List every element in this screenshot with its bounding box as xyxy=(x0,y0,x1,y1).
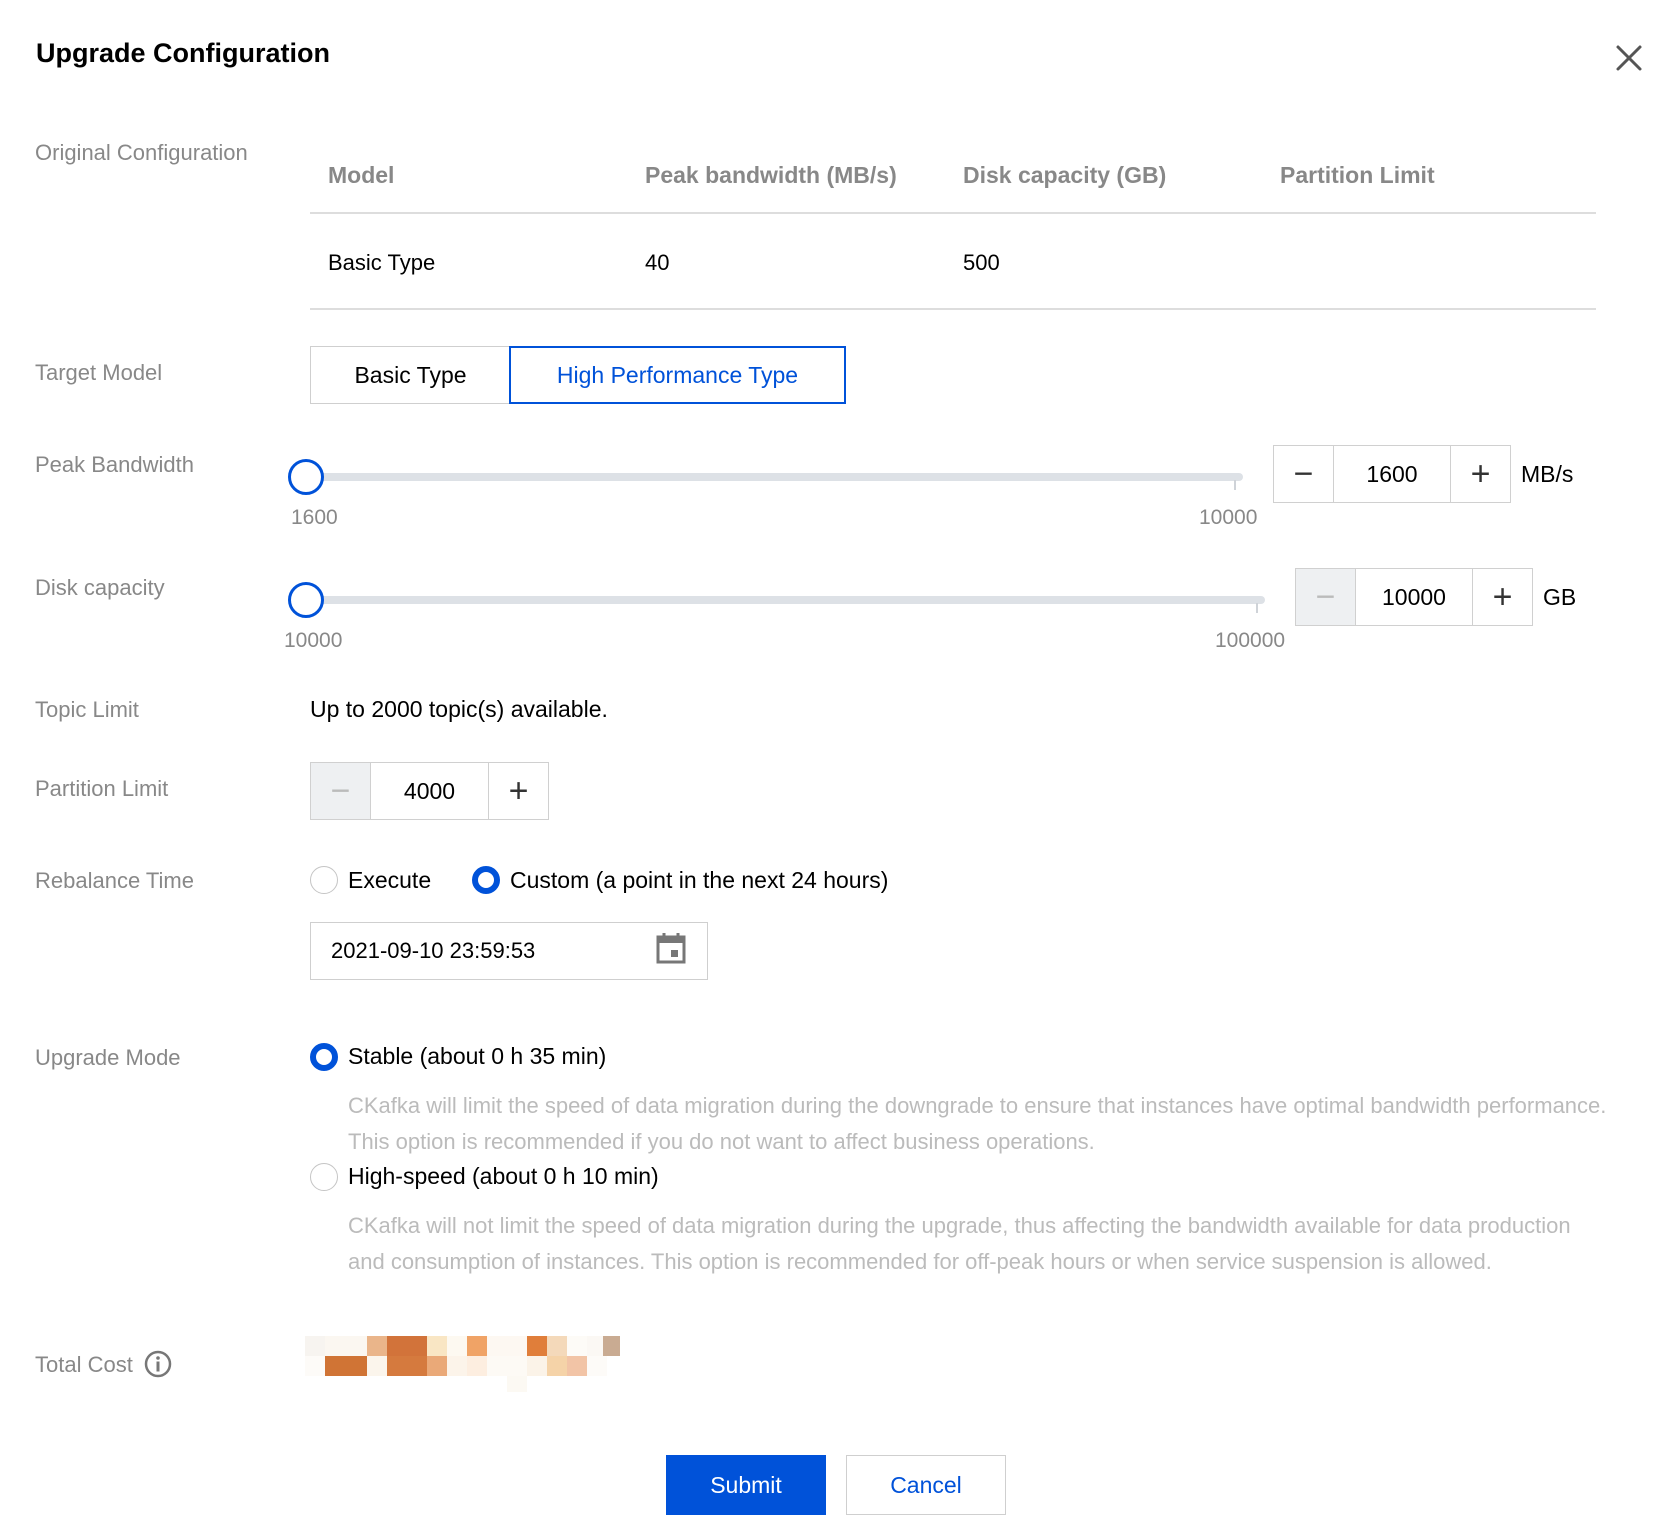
peak-bandwidth-label: Peak Bandwidth xyxy=(35,452,194,477)
peak-bandwidth-decrement-button[interactable]: − xyxy=(1274,446,1334,502)
upgrade-mode-stable-label[interactable]: Stable (about 0 h 35 min) xyxy=(348,1043,606,1070)
rebalance-custom-radio[interactable] xyxy=(472,866,500,894)
partition-limit-decrement-button[interactable]: − xyxy=(311,763,371,819)
table-header-divider xyxy=(310,212,1596,214)
rebalance-datetime-value: 2021-09-10 23:59:53 xyxy=(331,938,536,963)
rebalance-execute-radio[interactable] xyxy=(310,866,338,894)
table-bottom-divider xyxy=(310,308,1596,310)
table-cell-peak-bandwidth: 40 xyxy=(645,250,670,275)
info-icon[interactable] xyxy=(144,1350,172,1378)
disk-capacity-increment-button[interactable]: + xyxy=(1472,569,1532,625)
topic-limit-text: Up to 2000 topic(s) available. xyxy=(310,696,608,722)
peak-bandwidth-unit: MB/s xyxy=(1521,461,1574,487)
table-cell-disk-capacity: 500 xyxy=(963,250,1000,275)
close-icon[interactable] xyxy=(1613,42,1645,74)
table-header-disk-capacity: Disk capacity (GB) xyxy=(963,162,1167,188)
disk-capacity-label: Disk capacity xyxy=(35,575,165,600)
disk-capacity-max-tick xyxy=(1256,603,1258,613)
target-model-basic-option[interactable]: Basic Type xyxy=(310,346,510,404)
calendar-icon[interactable] xyxy=(656,932,686,964)
rebalance-execute-label[interactable]: Execute xyxy=(348,867,431,894)
original-config-label: Original Configuration xyxy=(35,140,248,165)
disk-capacity-decrement-button[interactable]: − xyxy=(1296,569,1356,625)
disk-capacity-slider-handle[interactable] xyxy=(288,582,324,618)
peak-bandwidth-min-mark: 1600 xyxy=(291,506,338,529)
upgrade-mode-stable-radio[interactable] xyxy=(310,1043,338,1071)
table-header-model: Model xyxy=(328,162,395,188)
redacted-cost-value xyxy=(305,1336,620,1392)
partition-limit-input[interactable]: 4000 xyxy=(371,763,488,819)
peak-bandwidth-max-tick xyxy=(1234,480,1236,490)
rebalance-time-label: Rebalance Time xyxy=(35,868,194,893)
peak-bandwidth-max-mark: 10000 xyxy=(1199,506,1258,529)
disk-capacity-slider-track[interactable] xyxy=(318,596,1265,604)
peak-bandwidth-input[interactable]: 1600 xyxy=(1334,446,1450,502)
rebalance-datetime-input[interactable]: 2021-09-10 23:59:53 xyxy=(310,922,708,980)
peak-bandwidth-slider-handle[interactable] xyxy=(288,459,324,495)
peak-bandwidth-increment-button[interactable]: + xyxy=(1450,446,1510,502)
disk-capacity-unit: GB xyxy=(1543,584,1577,610)
upgrade-mode-highspeed-label[interactable]: High-speed (about 0 h 10 min) xyxy=(348,1163,659,1190)
table-cell-model: Basic Type xyxy=(328,250,436,275)
partition-limit-increment-button[interactable]: + xyxy=(488,763,548,819)
submit-button[interactable]: Submit xyxy=(666,1455,826,1515)
disk-capacity-min-mark: 10000 xyxy=(284,629,343,652)
table-header-partition-limit: Partition Limit xyxy=(1280,162,1435,188)
partition-limit-stepper: − 4000 + xyxy=(310,762,549,820)
disk-capacity-input[interactable]: 10000 xyxy=(1356,569,1472,625)
total-cost-label: Total Cost xyxy=(35,1352,133,1377)
target-model-label: Target Model xyxy=(35,360,163,385)
upgrade-mode-label: Upgrade Mode xyxy=(35,1045,181,1070)
upgrade-mode-highspeed-description: CKafka will not limit the speed of data … xyxy=(348,1213,1571,1274)
disk-capacity-max-mark: 100000 xyxy=(1215,629,1286,652)
peak-bandwidth-stepper: − 1600 + xyxy=(1273,445,1511,503)
upgrade-mode-stable-description: CKafka will limit the speed of data migr… xyxy=(348,1093,1607,1154)
partition-limit-label: Partition Limit xyxy=(35,776,169,801)
target-model-high-performance-option[interactable]: High Performance Type xyxy=(509,346,846,404)
cancel-button[interactable]: Cancel xyxy=(846,1455,1006,1515)
dialog-title: Upgrade Configuration xyxy=(36,38,330,68)
upgrade-mode-highspeed-radio[interactable] xyxy=(310,1163,338,1191)
rebalance-custom-label[interactable]: Custom (a point in the next 24 hours) xyxy=(510,867,888,894)
disk-capacity-stepper: − 10000 + xyxy=(1295,568,1533,626)
topic-limit-label: Topic Limit xyxy=(35,697,139,722)
table-header-peak-bandwidth: Peak bandwidth (MB/s) xyxy=(645,162,897,188)
peak-bandwidth-slider-track[interactable] xyxy=(318,473,1243,481)
